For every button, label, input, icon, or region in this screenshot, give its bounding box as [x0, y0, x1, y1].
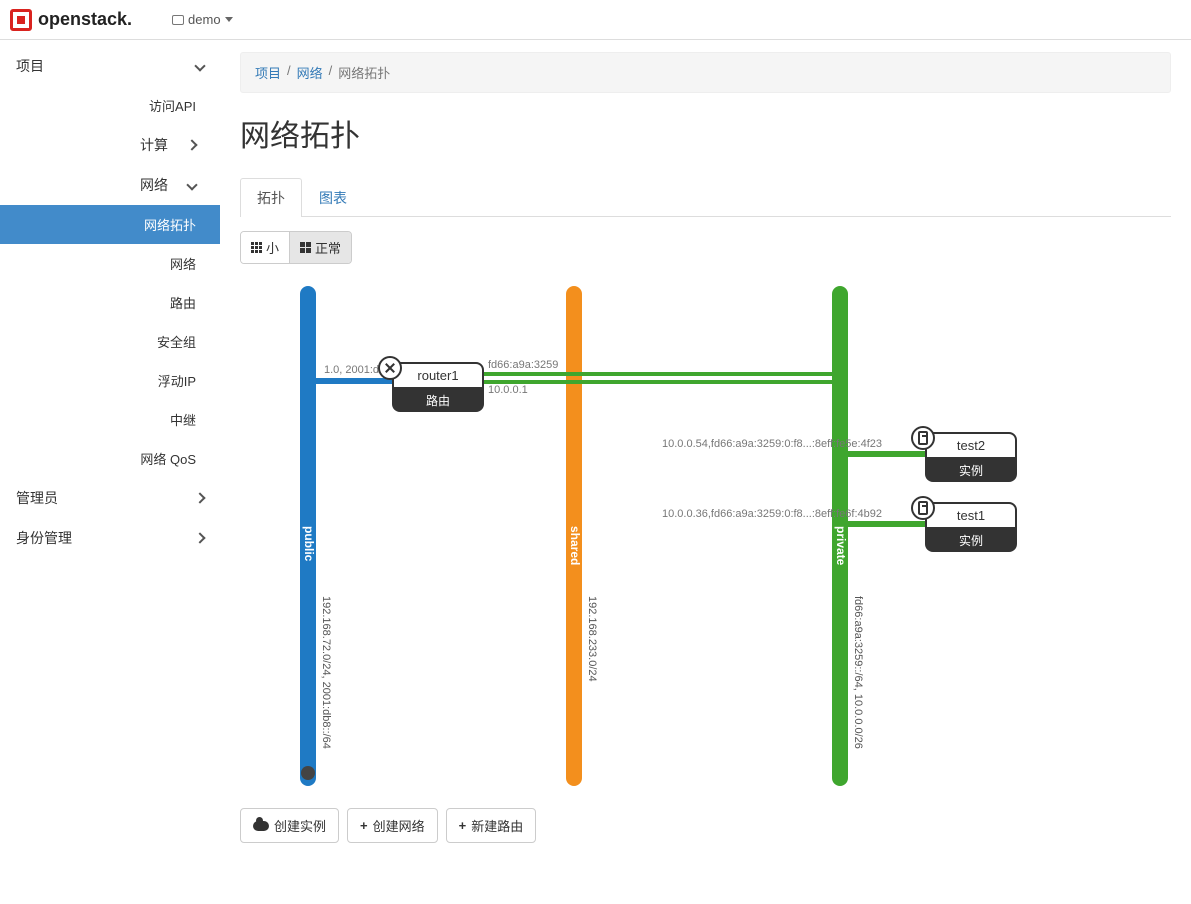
page-title: 网络拓扑 [240, 111, 1171, 155]
brand-text: openstack. [38, 9, 132, 30]
network-public[interactable]: public [300, 286, 316, 786]
network-shared-cidr: 192.168.233.0/24 [586, 596, 598, 682]
grid-large-icon [300, 242, 311, 253]
nav-routers[interactable]: 路由 [0, 283, 220, 322]
caret-down-icon [225, 17, 233, 22]
instance-icon [911, 496, 935, 520]
view-normal-button[interactable]: 正常 [290, 232, 351, 263]
main-content: 项目/ 网络/ 网络拓扑 网络拓扑 拓扑 图表 小 正常 public [220, 40, 1191, 873]
top-bar: openstack. demo [0, 0, 1191, 40]
nav-network-topology[interactable]: 网络拓扑 [0, 205, 220, 244]
project-icon [172, 15, 184, 25]
nav-api[interactable]: 访问API [0, 86, 220, 125]
chevron-down-icon [186, 179, 197, 190]
router-name: router1 [392, 362, 484, 389]
link-router-private [478, 372, 840, 384]
ip-router-private-a: fd66:a9a:3259 [488, 359, 558, 371]
network-shared-label: shared [568, 526, 582, 565]
network-public-cidr: 192.168.72.0/24, 2001:db8::/64 [320, 596, 332, 749]
cloud-upload-icon [253, 821, 269, 831]
nav-project[interactable]: 项目 [0, 46, 220, 86]
create-router-label: 新建路由 [471, 816, 523, 835]
instance-type: 实例 [925, 529, 1017, 552]
nav-networks[interactable]: 网络 [0, 244, 220, 283]
brand-logo[interactable]: openstack. [10, 9, 132, 31]
breadcrumb: 项目/ 网络/ 网络拓扑 [240, 52, 1171, 93]
router-icon [378, 356, 402, 380]
instance-test2-name: test2 [925, 432, 1017, 459]
nav-secgroups[interactable]: 安全组 [0, 322, 220, 361]
nav-admin[interactable]: 管理员 [0, 478, 220, 518]
instance-type: 实例 [925, 459, 1017, 482]
breadcrumb-project[interactable]: 项目 [255, 63, 281, 82]
nav-identity[interactable]: 身份管理 [0, 518, 220, 558]
action-bar: 创建实例 + 创建网络 + 新建路由 [240, 808, 1171, 843]
sidebar: 项目 访问API 计算 网络 网络拓扑 网络 路由 安全组 浮动IP 中继 网络… [0, 40, 220, 873]
instance-test1-name: test1 [925, 502, 1017, 529]
nav-admin-label: 管理员 [16, 488, 58, 508]
chevron-right-icon [194, 492, 205, 503]
network-shared[interactable]: shared [566, 286, 582, 786]
create-network-label: 创建网络 [373, 816, 425, 835]
instance-icon [911, 426, 935, 450]
network-private-label: private [834, 526, 848, 565]
instance-test2[interactable]: test2 实例 [925, 432, 1017, 482]
project-switcher[interactable]: demo [172, 12, 233, 27]
chevron-right-icon [194, 532, 205, 543]
ip-test1: 10.0.0.36,fd66:a9a:3259:0:f8...:8eff:fe6… [662, 508, 882, 520]
ip-router-private-b: 10.0.0.1 [488, 384, 528, 396]
plus-icon: + [360, 818, 368, 833]
chevron-right-icon [186, 139, 197, 150]
nav-project-label: 项目 [16, 56, 44, 76]
launch-instance-button[interactable]: 创建实例 [240, 808, 339, 843]
grid-small-icon [251, 242, 262, 253]
breadcrumb-network[interactable]: 网络 [297, 63, 323, 82]
router-type: 路由 [392, 389, 484, 412]
globe-icon [301, 766, 315, 780]
tab-topology[interactable]: 拓扑 [240, 178, 302, 217]
topology-canvas[interactable]: public 192.168.72.0/24, 2001:db8::/64 sh… [240, 276, 1171, 796]
view-small-label: 小 [266, 238, 279, 257]
view-normal-label: 正常 [315, 238, 341, 257]
tab-graph[interactable]: 图表 [302, 178, 364, 217]
network-private[interactable]: private [832, 286, 848, 786]
project-name: demo [188, 12, 221, 27]
nav-network[interactable]: 网络 [0, 165, 220, 205]
view-toggle: 小 正常 [240, 231, 352, 264]
create-router-button[interactable]: + 新建路由 [446, 808, 537, 843]
create-network-button[interactable]: + 创建网络 [347, 808, 438, 843]
instance-test1[interactable]: test1 实例 [925, 502, 1017, 552]
nav-compute[interactable]: 计算 [0, 125, 220, 165]
chevron-down-icon [194, 60, 205, 71]
nav-trunk[interactable]: 中继 [0, 400, 220, 439]
router-node[interactable]: router1 路由 [392, 362, 484, 412]
breadcrumb-current: 网络拓扑 [338, 63, 390, 82]
tab-bar: 拓扑 图表 [240, 177, 1171, 217]
network-private-cidr: fd66:a9a:3259::/64, 10.0.0.0/26 [852, 596, 864, 749]
openstack-icon [10, 9, 32, 31]
ip-test2: 10.0.0.54,fd66:a9a:3259:0:f8...:8eff:fe5… [662, 438, 882, 450]
launch-instance-label: 创建实例 [274, 816, 326, 835]
nav-compute-label: 计算 [140, 135, 168, 155]
network-public-label: public [302, 526, 316, 561]
nav-identity-label: 身份管理 [16, 528, 72, 548]
nav-floatingip[interactable]: 浮动IP [0, 361, 220, 400]
nav-network-label: 网络 [140, 175, 168, 195]
nav-qos[interactable]: 网络 QoS [0, 439, 220, 478]
plus-icon: + [459, 818, 467, 833]
view-small-button[interactable]: 小 [241, 232, 290, 263]
